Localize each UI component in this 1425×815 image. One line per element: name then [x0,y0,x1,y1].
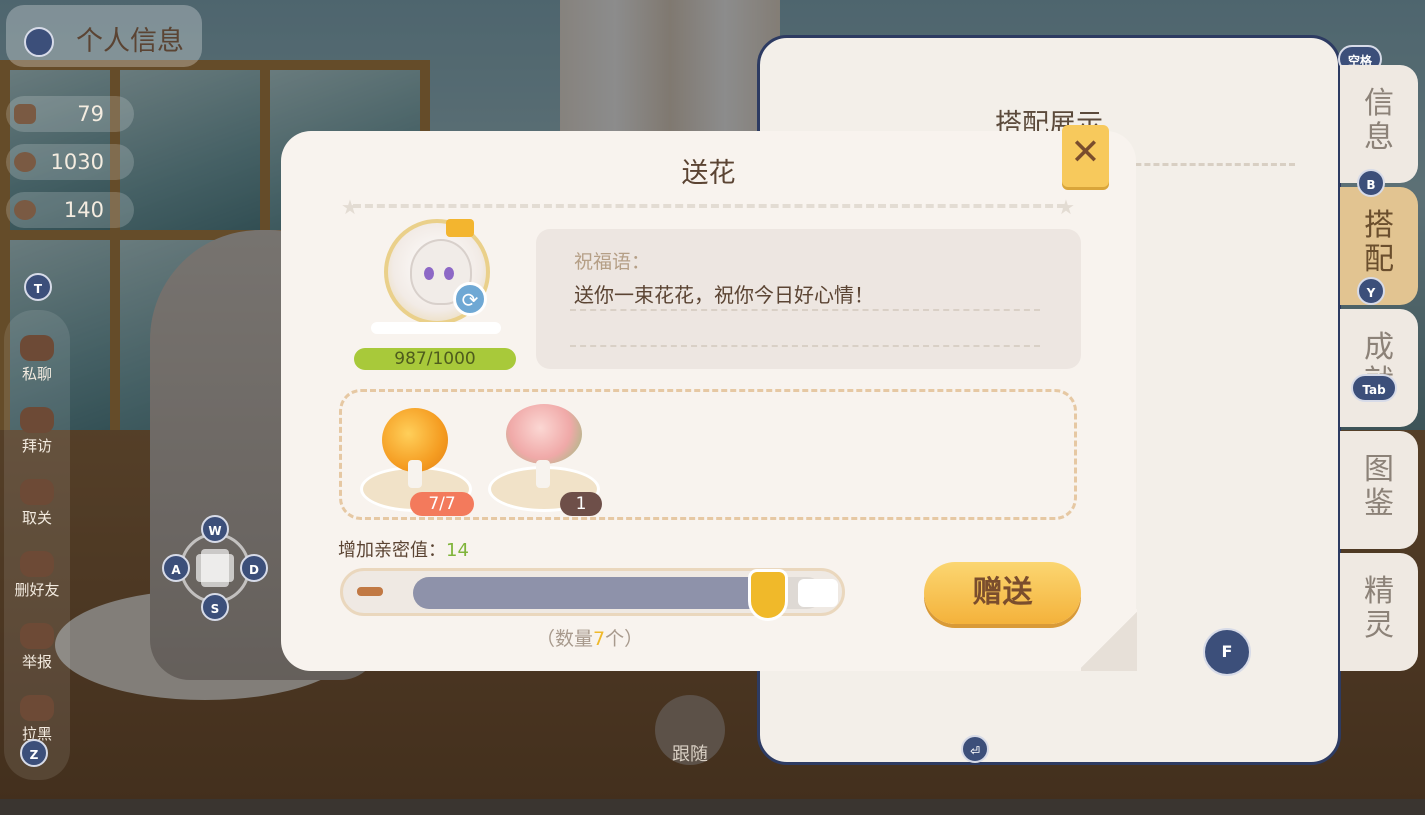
menu-label: 拜访 [21,437,52,455]
follow-label: 跟随 [672,744,708,765]
bear-icon [14,104,36,124]
tab-label: 搭配 [1364,208,1394,277]
affinity-gain: 增加亲密值：14 [338,536,469,562]
blessing-box[interactable]: 祝福语： 送你一束花花，祝你今日好心情！ [536,229,1081,369]
dpad-right[interactable]: D [240,554,268,582]
flower-count-badge: 7/7 [410,492,474,516]
key-hint-t: T [24,273,52,301]
input-underline [570,345,1040,347]
menu-label: 删好友 [14,581,60,599]
star-icon: ★ [1057,195,1075,219]
stat-value: 79 [77,102,104,126]
flower-selection: 7/7 1 [339,389,1077,520]
remove-friend-icon [20,551,54,577]
send-flower-dialog: 送花 ★ ★ ✕ ⟳ 987/1000 祝福语： 送你一束花花，祝你今日好心情！… [281,125,1137,671]
stat-cookie: 140 [6,192,134,228]
favor-progress: 987/1000 [354,348,516,370]
stat-value: 1030 [50,150,104,174]
tab-spirit[interactable]: 精灵 [1340,553,1418,671]
page-curl [1081,609,1137,671]
qty-value: 7 [593,628,606,650]
tab-label: 图鉴 [1364,452,1394,521]
blessing-label: 祝福语： [574,251,651,273]
increase-button[interactable] [798,579,838,607]
heart-broken-icon [20,479,54,505]
qty-prefix: （数量 [536,628,594,650]
key-hint-y: Y [1357,277,1385,305]
house-icon [20,407,54,433]
menu-label: 取关 [21,509,52,527]
quantity-text: （数量7个） [536,624,643,651]
refresh-icon[interactable]: ⟳ [453,282,487,316]
block-icon [20,695,54,721]
slider-thumb[interactable] [748,569,788,621]
cookie-icon [14,200,36,220]
close-button[interactable]: ✕ [1062,125,1109,187]
stat-bear: 79 [6,96,134,132]
profile-icon [24,27,54,57]
flower-item-pink[interactable]: 1 [488,404,602,516]
menu-report[interactable]: 举报 [4,623,70,672]
affinity-label: 增加亲密值： [338,540,446,561]
title-divider [353,204,1065,208]
star-icon: ★ [341,195,359,219]
tab-collection[interactable]: 图鉴 [1340,431,1418,549]
dpad-cross [196,554,234,582]
slider-track[interactable] [413,569,823,621]
menu-private-chat[interactable]: 私聊 [4,335,70,384]
blessing-text[interactable]: 送你一束花花，祝你今日好心情！ [574,279,874,308]
menu-remove-friend[interactable]: 删好友 [4,551,70,600]
input-underline [570,309,1040,311]
quantity-slider[interactable] [340,568,845,621]
follow-button[interactable]: 跟随 [655,695,725,765]
menu-label: 私聊 [21,365,52,383]
decrease-button[interactable] [357,587,383,596]
crown-icon [446,219,474,237]
key-hint-b: B [1357,169,1385,197]
moon-icon [14,152,36,172]
avatar-eye [424,267,434,280]
tab-info[interactable]: 信息 [1340,65,1418,183]
recipient-name-redacted [371,322,501,334]
flower-count-badge: 1 [560,492,602,516]
dpad-up[interactable]: W [201,515,229,543]
profile-title: 个人信息 [76,26,184,57]
menu-block[interactable]: 拉黑 [4,695,70,744]
key-hint-z: Z [20,739,48,767]
key-hint-tab: Tab [1351,374,1397,402]
pink-bouquet-icon [506,404,582,464]
menu-label: 举报 [21,653,52,671]
tab-label: 精灵 [1364,574,1394,643]
dpad-down[interactable]: S [201,593,229,621]
give-button[interactable]: 赠送 [924,562,1081,624]
tab-label: 信息 [1364,86,1394,155]
affinity-value: 14 [446,540,469,561]
dpad-left[interactable]: A [162,554,190,582]
tab-achievement[interactable]: 成就 [1340,309,1418,427]
dialog-title: 送花 [681,158,736,189]
menu-unfollow[interactable]: 取关 [4,479,70,528]
slider-fill [413,577,770,609]
key-hint-f[interactable]: F [1203,628,1251,676]
chat-icon [20,335,54,361]
bouquet-wrap [536,460,550,488]
left-action-menu: 私聊 拜访 取关 删好友 举报 拉黑 [4,310,70,780]
movement-dpad[interactable]: W A D S [162,515,268,621]
flower-item-orange[interactable]: 7/7 [360,404,474,516]
avatar-eye [444,267,454,280]
key-hint-enter: ⏎ [961,735,989,763]
stat-moon: 1030 [6,144,134,180]
qty-suffix: 个） [605,628,644,650]
bouquet-wrap [408,460,422,488]
report-icon [20,623,54,649]
profile-header[interactable]: 个人信息 [6,5,202,67]
stat-value: 140 [63,198,104,222]
menu-visit[interactable]: 拜访 [4,407,70,456]
